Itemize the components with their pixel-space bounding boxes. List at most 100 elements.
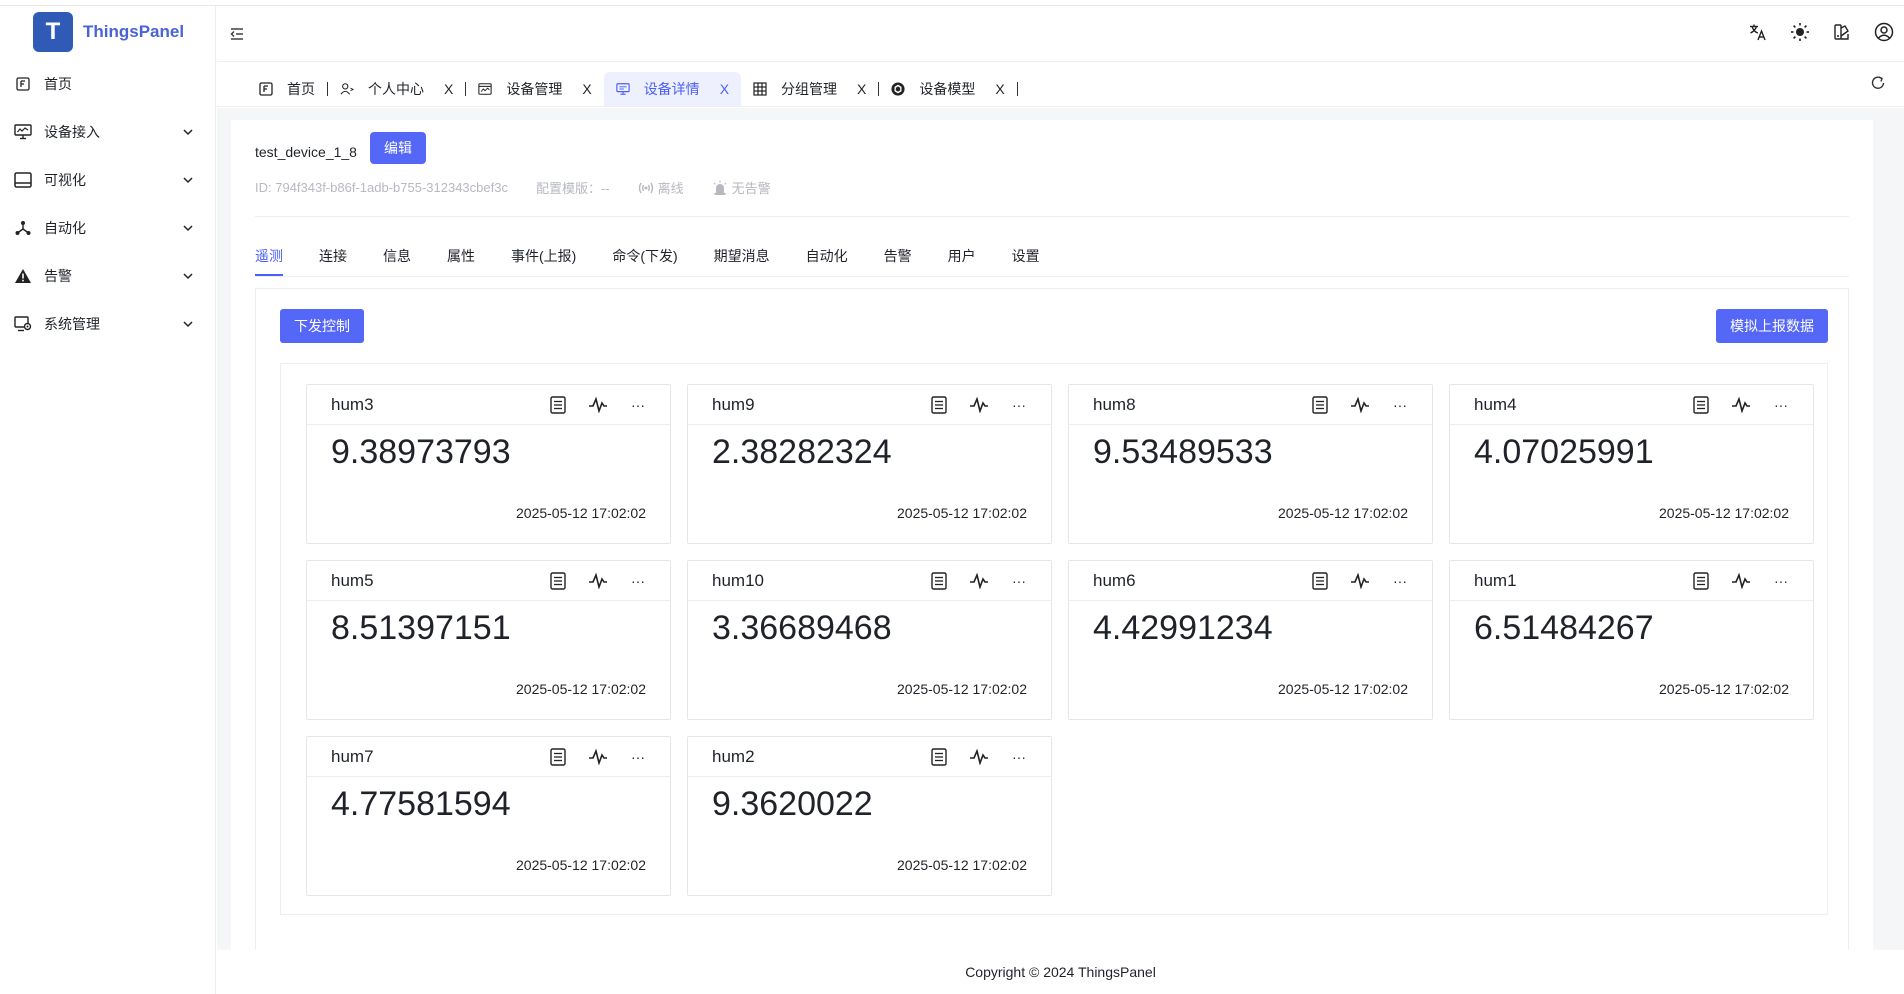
trend-chart-icon[interactable] xyxy=(1350,395,1370,415)
more-icon[interactable]: ··· xyxy=(628,747,648,767)
trend-chart-icon[interactable] xyxy=(969,571,989,591)
logo[interactable]: T ThingsPanel xyxy=(0,6,215,58)
more-icon[interactable]: ··· xyxy=(1390,571,1410,591)
more-icon[interactable]: ··· xyxy=(628,571,648,591)
history-list-icon[interactable] xyxy=(548,395,568,415)
collapse-sidebar-icon[interactable] xyxy=(229,26,245,42)
sidebar-item-4[interactable]: 告警 xyxy=(0,252,215,300)
tab-close-icon[interactable]: X xyxy=(444,81,453,97)
detail-tab-9[interactable]: 用户 xyxy=(948,246,976,276)
edit-button[interactable]: 编辑 xyxy=(370,132,426,164)
trend-chart-icon[interactable] xyxy=(1731,571,1751,591)
tab-2[interactable]: 设备管理 X xyxy=(466,72,603,106)
group-grid-icon xyxy=(753,82,767,96)
detail-tab-0[interactable]: 遥测 xyxy=(255,246,283,276)
home-icon xyxy=(14,75,32,93)
card-timestamp: 2025-05-12 17:02:02 xyxy=(516,505,646,521)
sidebar-item-2[interactable]: 可视化 xyxy=(0,156,215,204)
simulate-report-button[interactable]: 模拟上报数据 xyxy=(1716,309,1828,343)
more-icon[interactable]: ··· xyxy=(1009,395,1029,415)
history-list-icon[interactable] xyxy=(548,571,568,591)
chevron-down-icon[interactable] xyxy=(181,125,195,139)
header xyxy=(217,6,1904,62)
history-list-icon[interactable] xyxy=(1310,571,1330,591)
tab-close-icon[interactable]: X xyxy=(582,81,591,97)
chevron-down-icon[interactable] xyxy=(181,269,195,283)
sidebar-item-label: 设备接入 xyxy=(44,124,100,140)
detail-tab-2[interactable]: 信息 xyxy=(383,246,411,276)
more-icon[interactable]: ··· xyxy=(1771,571,1791,591)
translate-icon[interactable] xyxy=(1748,22,1768,42)
chevron-down-icon[interactable] xyxy=(181,173,195,187)
card-name: hum8 xyxy=(1093,394,1136,414)
chevron-down-icon[interactable] xyxy=(181,317,195,331)
tab-close-icon[interactable]: X xyxy=(720,81,729,97)
more-icon[interactable]: ··· xyxy=(1009,571,1029,591)
detail-tab-4[interactable]: 事件(上报) xyxy=(511,246,576,276)
trend-chart-icon[interactable] xyxy=(1350,571,1370,591)
tab-0[interactable]: 首页 xyxy=(247,72,327,106)
card-value: 6.51484267 xyxy=(1474,609,1654,647)
trend-chart-icon[interactable] xyxy=(588,571,608,591)
detail-tab-8[interactable]: 告警 xyxy=(884,246,912,276)
sidebar-item-3[interactable]: 自动化 xyxy=(0,204,215,252)
palette-icon[interactable] xyxy=(1832,22,1852,42)
device-meta: ID: 794f343f-b86f-1adb-b755-312343cbef3c… xyxy=(255,178,799,197)
sidebar-item-label: 可视化 xyxy=(44,172,86,188)
history-list-icon[interactable] xyxy=(929,571,949,591)
tab-close-icon[interactable]: X xyxy=(995,81,1004,97)
history-list-icon[interactable] xyxy=(929,747,949,767)
trend-chart-icon[interactable] xyxy=(969,747,989,767)
card-name: hum1 xyxy=(1474,570,1517,590)
tab-1[interactable]: 个人中心 X xyxy=(328,72,465,106)
more-icon[interactable]: ··· xyxy=(1390,395,1410,415)
more-icon[interactable]: ··· xyxy=(628,395,648,415)
chevron-down-icon[interactable] xyxy=(181,221,195,235)
footer: Copyright © 2024 ThingsPanel xyxy=(217,950,1904,994)
card-name: hum4 xyxy=(1474,394,1517,414)
user-settings-icon xyxy=(340,82,354,96)
detail-tabs: 遥测 连接 信息 属性 事件(上报) 命令(下发) 期望消息 自动化 告警 用户 设置 xyxy=(255,246,1076,276)
user-avatar-icon[interactable] xyxy=(1874,22,1894,42)
tab-5[interactable]: 设备模型 X xyxy=(879,72,1016,106)
device-detail-icon xyxy=(615,82,630,96)
card-value: 3.36689468 xyxy=(712,609,892,647)
divider xyxy=(255,216,1849,217)
tab-3[interactable]: 设备详情 X xyxy=(603,72,742,106)
tab-label: 首页 xyxy=(287,81,315,97)
sidebar-item-5[interactable]: 系统管理 xyxy=(0,300,215,348)
history-list-icon[interactable] xyxy=(1691,571,1711,591)
tab-close-icon[interactable]: X xyxy=(857,81,866,97)
telemetry-grid-box: hum3 ··· 9.38973793 2025-05-12 17:02:02 hum9… xyxy=(280,363,1828,915)
alarm-text: 无告警 xyxy=(731,181,771,196)
trend-chart-icon[interactable] xyxy=(588,747,608,767)
detail-tab-7[interactable]: 自动化 xyxy=(806,246,848,276)
trend-chart-icon[interactable] xyxy=(1731,395,1751,415)
sidebar-item-1[interactable]: 设备接入 xyxy=(0,108,215,156)
send-control-button[interactable]: 下发控制 xyxy=(280,309,364,343)
more-icon[interactable]: ··· xyxy=(1771,395,1791,415)
trend-chart-icon[interactable] xyxy=(588,395,608,415)
trend-chart-icon[interactable] xyxy=(969,395,989,415)
detail-tab-1[interactable]: 连接 xyxy=(319,246,347,276)
card-value: 4.07025991 xyxy=(1474,433,1654,471)
history-list-icon[interactable] xyxy=(1691,395,1711,415)
detail-tab-6[interactable]: 期望消息 xyxy=(714,246,770,276)
theme-sun-icon[interactable] xyxy=(1790,22,1810,42)
history-list-icon[interactable] xyxy=(1310,395,1330,415)
card-name: hum10 xyxy=(712,570,764,590)
tab-4[interactable]: 分组管理 X xyxy=(741,72,878,106)
sidebar-item-0[interactable]: 首页 xyxy=(0,60,215,108)
card-header: hum5 ··· xyxy=(307,561,670,601)
detail-tab-3[interactable]: 属性 xyxy=(447,246,475,276)
telemetry-card: hum3 ··· 9.38973793 2025-05-12 17:02:02 xyxy=(306,384,671,544)
device-manage-icon xyxy=(478,82,492,96)
history-list-icon[interactable] xyxy=(548,747,568,767)
refresh-icon[interactable] xyxy=(1870,75,1886,91)
logo-mark: T xyxy=(33,12,73,52)
detail-tab-10[interactable]: 设置 xyxy=(1012,246,1040,276)
more-icon[interactable]: ··· xyxy=(1009,747,1029,767)
sidebar-item-label: 告警 xyxy=(44,268,72,284)
history-list-icon[interactable] xyxy=(929,395,949,415)
detail-tab-5[interactable]: 命令(下发) xyxy=(612,246,677,276)
